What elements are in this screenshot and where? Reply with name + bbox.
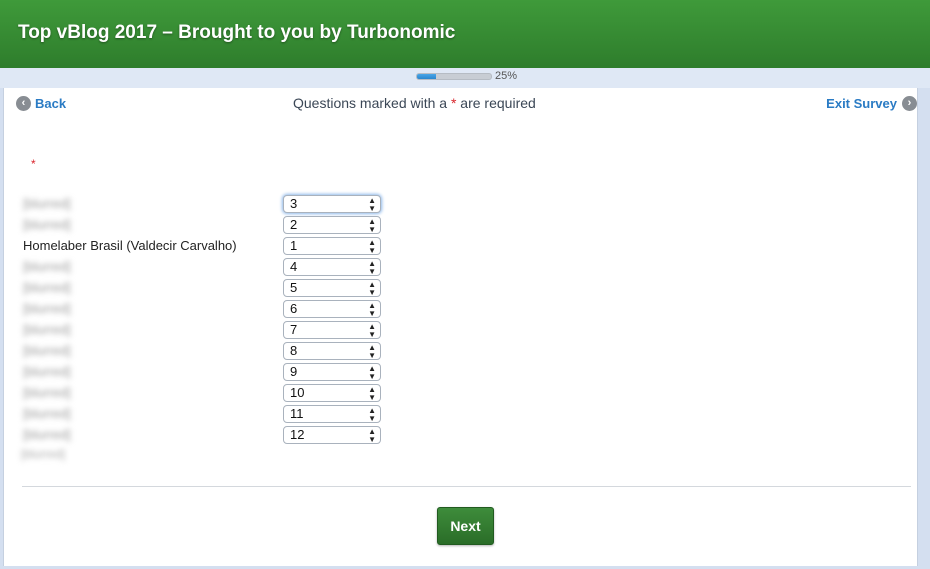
rank-select-value: 1 (290, 238, 298, 253)
select-arrows-icon: ▲ ▼ (368, 385, 376, 402)
survey-title: Top vBlog 2017 – Brought to you by Turbo… (18, 22, 456, 43)
exit-label: Exit Survey (826, 96, 897, 111)
rank-select-value: 10 (290, 385, 305, 400)
ranking-item-label: [blurred] (23, 364, 71, 379)
select-arrows-icon: ▲ ▼ (368, 343, 376, 360)
ranking-row: [blurred] 6 ▲ ▼ (21, 299, 383, 320)
rank-select-value: 12 (290, 427, 305, 442)
rank-select[interactable]: 2 ▲ ▼ (283, 216, 381, 234)
progress-band: 25% (0, 68, 930, 88)
ranking-item-label: [blurred] (23, 385, 71, 400)
progress-label: 25% (495, 70, 518, 82)
select-arrows-icon: ▲ ▼ (368, 322, 376, 339)
select-arrows-icon: ▲ ▼ (368, 238, 376, 255)
select-arrows-icon: ▲ ▼ (368, 196, 376, 213)
rank-select-value: 3 (290, 196, 298, 211)
ranking-list: [blurred] 3 ▲ ▼ [blurred] 2 ▲ ▼ Homelaber Brasil… (21, 194, 383, 446)
rank-select-value: 4 (290, 259, 298, 274)
rank-select[interactable]: 3 ▲ ▼ (283, 195, 381, 213)
chevron-left-icon: ‹ (16, 96, 31, 111)
ranking-item-label: [blurred] (23, 427, 71, 442)
ranking-item-label: [blurred] (23, 322, 71, 337)
ranking-item-label: [blurred] (23, 280, 71, 295)
rank-select[interactable]: 12 ▲ ▼ (283, 426, 381, 444)
question-required-star: * (31, 157, 36, 171)
ranking-row: [blurred] 2 ▲ ▼ (21, 215, 383, 236)
ranking-row: [blurred] 9 ▲ ▼ (21, 362, 383, 383)
select-arrows-icon: ▲ ▼ (368, 217, 376, 234)
rank-select[interactable]: 9 ▲ ▼ (283, 363, 381, 381)
select-arrows-icon: ▲ ▼ (368, 364, 376, 381)
survey-header: Top vBlog 2017 – Brought to you by Turbo… (0, 0, 930, 69)
select-arrows-icon: ▲ ▼ (368, 259, 376, 276)
ranking-footnote: [blurred] (21, 447, 66, 461)
next-button[interactable]: Next (437, 507, 494, 545)
ranking-row: [blurred] 11 ▲ ▼ (21, 404, 383, 425)
ranking-row: [blurred] 12 ▲ ▼ (21, 425, 383, 446)
ranking-item-label: [blurred] (23, 301, 71, 316)
rank-select-value: 9 (290, 364, 298, 379)
rank-select[interactable]: 7 ▲ ▼ (283, 321, 381, 339)
chevron-right-icon: › (902, 96, 917, 111)
ranking-item-label: [blurred] (23, 217, 71, 232)
rank-select[interactable]: 4 ▲ ▼ (283, 258, 381, 276)
back-button[interactable]: ‹ Back (16, 96, 66, 111)
rank-select-value: 11 (290, 406, 304, 421)
select-arrows-icon: ▲ ▼ (368, 406, 376, 423)
required-note-suffix: are required (456, 95, 536, 111)
ranking-row: [blurred] 7 ▲ ▼ (21, 320, 383, 341)
ranking-item-label: [blurred] (23, 196, 71, 211)
divider (22, 486, 911, 487)
progress-fill (417, 74, 436, 79)
ranking-row: [blurred] 8 ▲ ▼ (21, 341, 383, 362)
select-arrows-icon: ▲ ▼ (368, 427, 376, 444)
rank-select[interactable]: 5 ▲ ▼ (283, 279, 381, 297)
ranking-row: [blurred] 5 ▲ ▼ (21, 278, 383, 299)
ranking-row: [blurred] 4 ▲ ▼ (21, 257, 383, 278)
ranking-row: [blurred] 10 ▲ ▼ (21, 383, 383, 404)
ranking-item-label: [blurred] (23, 406, 71, 421)
rank-select[interactable]: 1 ▲ ▼ (283, 237, 381, 255)
ranking-row: [blurred] 3 ▲ ▼ (21, 194, 383, 215)
select-arrows-icon: ▲ ▼ (368, 280, 376, 297)
rank-select-value: 2 (290, 217, 298, 232)
rank-select[interactable]: 6 ▲ ▼ (283, 300, 381, 318)
ranking-item-label: Homelaber Brasil (Valdecir Carvalho) (23, 238, 237, 253)
rank-select-value: 8 (290, 343, 298, 358)
rank-select-value: 6 (290, 301, 298, 316)
rank-select-value: 7 (290, 322, 298, 337)
progress-bar (416, 73, 492, 80)
exit-survey-button[interactable]: Exit Survey › (826, 96, 917, 111)
rank-select-value: 5 (290, 280, 298, 295)
required-note-prefix: Questions marked with a (293, 95, 451, 111)
ranking-item-label: [blurred] (23, 343, 71, 358)
ranking-item-label: [blurred] (23, 259, 71, 274)
required-note: Questions marked with a * are required (293, 95, 536, 111)
rank-select[interactable]: 11 ▲ ▼ (283, 405, 381, 423)
rank-select[interactable]: 8 ▲ ▼ (283, 342, 381, 360)
survey-panel: ‹ Back Questions marked with a * are req… (3, 88, 918, 566)
ranking-row: Homelaber Brasil (Valdecir Carvalho) 1 ▲ ▼ (21, 236, 383, 257)
rank-select[interactable]: 10 ▲ ▼ (283, 384, 381, 402)
select-arrows-icon: ▲ ▼ (368, 301, 376, 318)
back-label: Back (35, 96, 67, 111)
